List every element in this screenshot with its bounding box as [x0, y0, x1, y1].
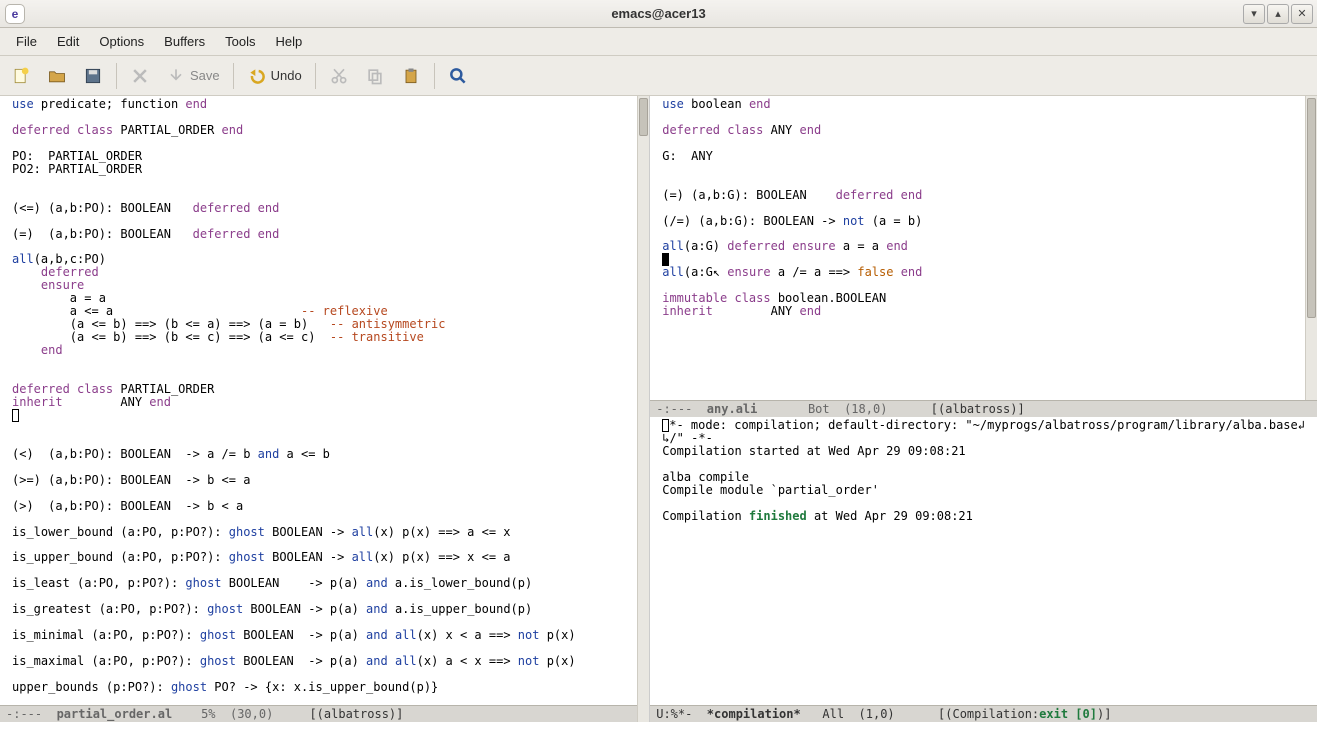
folder-open-icon [47, 66, 67, 86]
menu-buffers[interactable]: Buffers [154, 30, 215, 53]
mouse-pointer-icon: ↖ [713, 265, 720, 279]
new-file-icon [11, 66, 31, 86]
search-button[interactable] [441, 61, 475, 91]
modeline-right-bottom[interactable]: U:%*- *compilation* All (1,0) [(Compilat… [650, 705, 1317, 722]
minimize-button[interactable]: ▾ [1243, 4, 1265, 24]
menubar: File Edit Options Buffers Tools Help [0, 28, 1317, 56]
clipboard-icon [401, 66, 421, 86]
undo-label: Undo [271, 68, 302, 83]
undo-button[interactable]: Undo [240, 61, 309, 91]
new-file-button[interactable] [4, 61, 38, 91]
save-file-button[interactable] [76, 61, 110, 91]
search-icon [448, 66, 468, 86]
modeline-left[interactable]: -:--- partial_order.al 5% (30,0) [(albat… [0, 705, 649, 722]
right-top-buffer[interactable]: use boolean end deferred class ANY end G… [650, 96, 1317, 400]
copy-icon [365, 66, 385, 86]
minibuffer[interactable] [0, 722, 1317, 737]
editor-area: use predicate; function end deferred cla… [0, 96, 1317, 722]
menu-file[interactable]: File [6, 30, 47, 53]
right-pane: use boolean end deferred class ANY end G… [649, 96, 1317, 722]
save-disabled-button[interactable]: Save [159, 61, 227, 91]
maximize-button[interactable]: ▴ [1267, 4, 1289, 24]
titlebar: e emacs@acer13 ▾ ▴ ✕ [0, 0, 1317, 28]
close-button[interactable]: ✕ [1291, 4, 1313, 24]
menu-tools[interactable]: Tools [215, 30, 265, 53]
toolbar: Save Undo [0, 56, 1317, 96]
save-label: Save [190, 68, 220, 83]
app-icon: e [6, 5, 24, 23]
save-icon [166, 66, 186, 86]
right-top-scrollbar[interactable] [1305, 96, 1317, 400]
truncation-icon: ↲ [1298, 418, 1305, 432]
menu-help[interactable]: Help [265, 30, 312, 53]
floppy-icon [83, 66, 103, 86]
left-pane: use predicate; function end deferred cla… [0, 96, 649, 722]
scissors-icon [329, 66, 349, 86]
x-icon [130, 66, 150, 86]
menu-options[interactable]: Options [89, 30, 154, 53]
undo-icon [247, 66, 267, 86]
left-scrollbar[interactable] [637, 96, 649, 722]
left-buffer[interactable]: use predicate; function end deferred cla… [0, 96, 649, 705]
open-file-button[interactable] [40, 61, 74, 91]
compilation-buffer[interactable]: *- mode: compilation; default-directory:… [650, 417, 1317, 705]
modeline-right-top[interactable]: -:--- any.ali Bot (18,0) [(albatross)] [650, 400, 1317, 417]
point-cursor-outline [12, 409, 19, 422]
cancel-button[interactable] [123, 61, 157, 91]
paste-button[interactable] [394, 61, 428, 91]
copy-button[interactable] [358, 61, 392, 91]
window-title: emacs@acer13 [611, 6, 705, 21]
cut-button[interactable] [322, 61, 356, 91]
menu-edit[interactable]: Edit [47, 30, 89, 53]
